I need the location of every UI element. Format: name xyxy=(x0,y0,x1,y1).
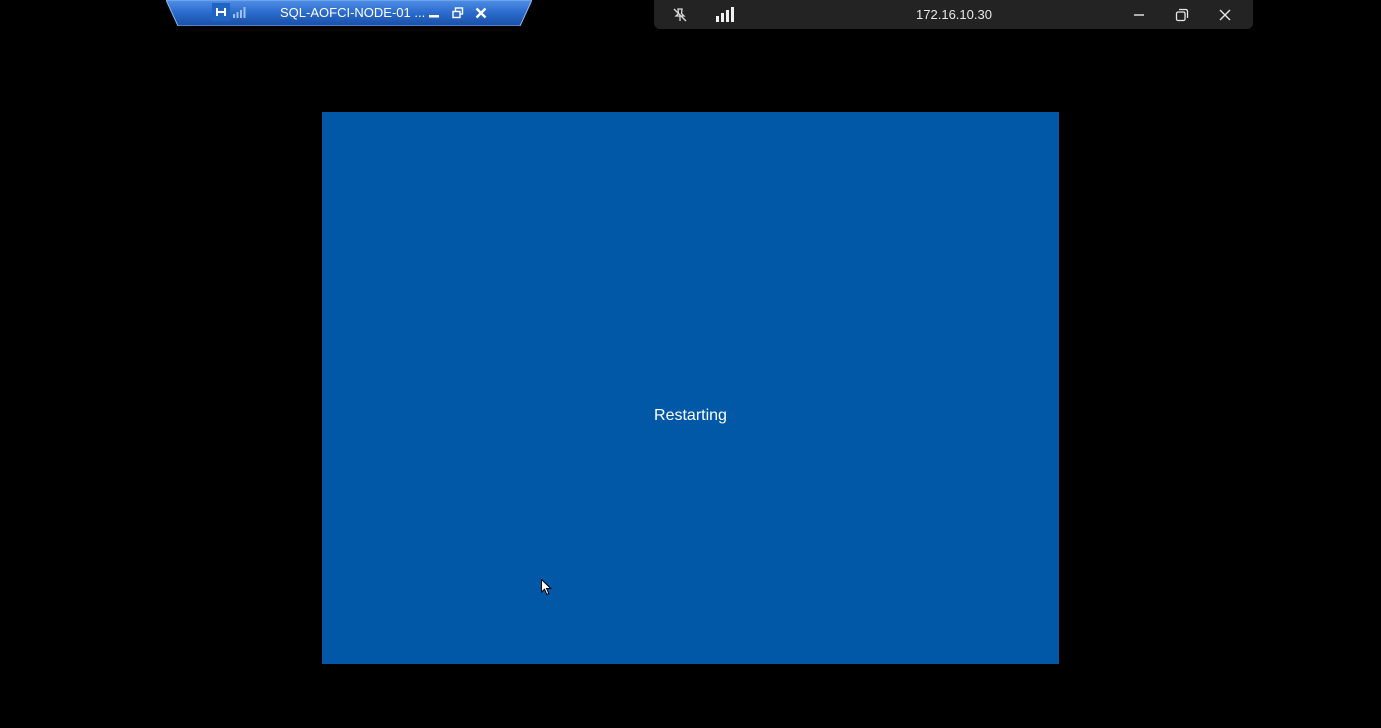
desktop-background: SQL-AOFCI-NODE-01 ... 172.16.10.30 Resta… xyxy=(0,0,1381,728)
minimize-button[interactable] xyxy=(425,4,443,22)
restore-button[interactable] xyxy=(1172,5,1192,25)
outer-connection-bar[interactable]: 172.16.10.30 xyxy=(654,0,1253,29)
signal-strength-icon[interactable] xyxy=(715,7,735,22)
pin-icon[interactable] xyxy=(212,3,230,21)
restore-icon xyxy=(1175,8,1189,22)
close-icon xyxy=(1219,9,1231,21)
inner-connection-bar[interactable]: SQL-AOFCI-NODE-01 ... xyxy=(166,0,532,26)
remote-desktop-screen[interactable]: Restarting xyxy=(322,112,1059,664)
restore-icon xyxy=(452,7,464,19)
close-icon xyxy=(475,7,487,19)
mouse-pointer-icon xyxy=(541,579,552,596)
signal-strength-icon[interactable] xyxy=(232,5,246,19)
unpinned-icon[interactable] xyxy=(671,6,689,24)
minimize-icon xyxy=(429,15,439,18)
minimize-icon xyxy=(1134,14,1144,16)
inner-connection-title: SQL-AOFCI-NODE-01 ... xyxy=(280,5,426,20)
restart-status-text: Restarting xyxy=(654,407,727,424)
minimize-button[interactable] xyxy=(1129,5,1149,25)
close-button[interactable] xyxy=(1215,5,1235,25)
connection-address: 172.16.10.30 xyxy=(916,7,992,22)
close-button[interactable] xyxy=(472,4,490,22)
restore-button[interactable] xyxy=(449,4,467,22)
